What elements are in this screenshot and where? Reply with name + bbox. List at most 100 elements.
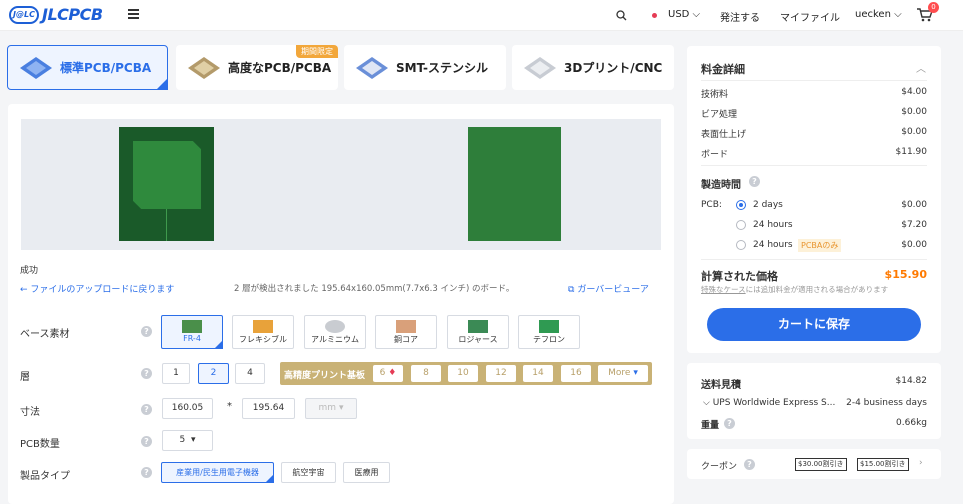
price-row-label: 表面仕上げ — [701, 130, 747, 140]
tab-smt-stencil[interactable]: SMT-ステンシル — [344, 45, 506, 90]
build-time-price: $0.00 — [901, 200, 927, 210]
base-material-label: ベース素材 — [20, 329, 70, 340]
layers-label: 層 — [20, 372, 30, 383]
product-type-medical[interactable]: 医療用 — [343, 462, 390, 483]
divider — [701, 259, 927, 260]
build-time-option: 24 hours — [753, 220, 793, 230]
currency-flag-icon — [652, 13, 657, 18]
user-menu[interactable]: uecken ⌵ — [855, 9, 902, 20]
coupon-tag: $30.00割引き — [795, 458, 847, 471]
price-row-label: ボード — [701, 150, 729, 160]
build-time-price: $0.00 — [901, 240, 927, 250]
menu-icon[interactable] — [128, 9, 139, 19]
limited-time-badge: 期間限定 — [296, 45, 338, 58]
coupon-tag: $15.00割引き — [857, 458, 909, 471]
my-files-link[interactable]: マイファイル — [780, 9, 840, 24]
hot-icon: ♦ — [385, 368, 397, 378]
build-time-radio-24h[interactable] — [736, 220, 746, 230]
board-top-view[interactable] — [119, 127, 214, 241]
chevron-right-icon[interactable]: › — [919, 458, 923, 468]
layer-option-1[interactable]: 1 — [162, 363, 190, 384]
coupon-label: クーポン — [701, 462, 738, 472]
help-icon[interactable]: ? — [141, 368, 152, 379]
divider — [701, 80, 927, 81]
currency-selector[interactable]: USD ⌵ — [668, 9, 700, 20]
price-row-label: 技術料 — [701, 90, 729, 100]
caret-down-icon: ▾ — [190, 435, 196, 445]
help-icon[interactable]: ? — [744, 459, 755, 470]
special-case-link[interactable]: 特殊なケース — [701, 285, 746, 294]
copper-core-icon — [396, 320, 416, 333]
tab-label: 高度なPCB/PCBA — [228, 61, 332, 75]
back-to-upload-link[interactable]: ← ファイルのアップロードに戻ります — [20, 282, 174, 295]
pcba-only-tag: PCBAのみ — [798, 239, 842, 252]
dimension-y-input[interactable]: 195.64 — [242, 398, 295, 419]
advanced-pcb-icon — [188, 56, 220, 79]
layer-option-2[interactable]: 2 — [198, 363, 229, 384]
hd-layer-12[interactable]: 12 — [486, 365, 516, 382]
qty-select[interactable]: 5 ▾ — [162, 430, 213, 451]
product-type-aerospace[interactable]: 航空宇宙 — [281, 462, 336, 483]
layer-option-4[interactable]: 4 — [235, 363, 265, 384]
tab-3d-print-cnc[interactable]: 3Dプリント/CNC — [512, 45, 674, 90]
divider — [701, 165, 927, 166]
tab-standard-pcb[interactable]: 標準PCB/PCBA — [7, 45, 168, 90]
board-preview — [21, 119, 661, 250]
hd-layer-14[interactable]: 14 — [523, 365, 553, 382]
viewer-icon: ⧉ — [568, 285, 575, 295]
hd-pcb-label: 高精度プリント基板 — [284, 371, 366, 381]
hd-layer-6[interactable]: 6 ♦ — [373, 365, 403, 382]
material-fr4[interactable]: FR-4 — [161, 315, 223, 349]
hd-layer-16[interactable]: 16 — [561, 365, 591, 382]
material-flex[interactable]: フレキシブル — [232, 315, 294, 349]
tab-label: 標準PCB/PCBA — [60, 61, 152, 75]
help-icon[interactable]: ? — [724, 418, 735, 429]
dimension-x-input[interactable]: 160.05 — [162, 398, 213, 419]
build-time-radio-24h-pcba[interactable] — [736, 240, 746, 250]
pricing-title: 料金詳細 — [701, 63, 745, 76]
teflon-icon — [539, 320, 559, 333]
special-case-note: 特殊なケースには追加料金が適用される場合があります — [701, 285, 889, 294]
gerber-viewer-link[interactable]: ⧉ ガーバービューア — [568, 282, 649, 295]
help-icon[interactable]: ? — [141, 326, 152, 337]
collapse-icon[interactable]: ︿ — [916, 60, 926, 75]
tab-advanced-pcb[interactable]: 高度なPCB/PCBA 期間限定 — [176, 45, 338, 90]
help-icon[interactable]: ? — [141, 467, 152, 478]
product-type-industrial[interactable]: 産業用/民生用電子機器 — [161, 462, 274, 483]
material-aluminum[interactable]: アルミニウム — [304, 315, 366, 349]
build-time-price: $7.20 — [901, 220, 927, 230]
board-bottom-view[interactable] — [468, 127, 561, 241]
logo-text: JLCPCB — [42, 5, 103, 24]
save-to-cart-button[interactable]: カートに保存 — [707, 308, 921, 341]
tab-label: SMT-ステンシル — [396, 61, 488, 75]
more-dropdown[interactable]: More ▾ — [598, 365, 648, 382]
help-icon[interactable]: ? — [749, 176, 760, 187]
order-link[interactable]: 発注する — [720, 9, 760, 24]
shipping-cost: $14.82 — [895, 376, 928, 386]
calc-price-title: 計算された価格 — [701, 270, 778, 283]
3d-print-icon — [524, 56, 556, 79]
material-teflon[interactable]: テフロン — [518, 315, 580, 349]
standard-pcb-icon — [20, 56, 52, 79]
material-rogers[interactable]: ロジャース — [447, 315, 509, 349]
shipping-days: 2-4 business days — [846, 398, 927, 408]
calc-price-value: $15.90 — [884, 268, 927, 281]
material-copper-core[interactable]: 銅コア — [375, 315, 437, 349]
jlcpcb-logo[interactable]: J@LC JLCPCB — [9, 5, 103, 24]
weight-value: 0.66kg — [896, 418, 927, 428]
price-row-value: $4.00 — [901, 87, 927, 97]
qty-label: PCB数量 — [20, 439, 60, 450]
tab-label: 3Dプリント/CNC — [564, 61, 663, 75]
chevron-down-icon: ⌵ — [703, 398, 710, 408]
hd-layer-10[interactable]: 10 — [448, 365, 478, 382]
help-icon[interactable]: ? — [141, 404, 152, 415]
build-time-radio-2days[interactable] — [736, 200, 746, 210]
search-icon[interactable] — [616, 10, 627, 21]
hd-layer-8[interactable]: 8 — [411, 365, 441, 382]
weight-label: 重量 — [701, 421, 720, 431]
build-time-option: 24 hours — [753, 240, 793, 250]
dimension-unit-select[interactable]: mm ▾ — [305, 398, 357, 419]
selected-corner — [156, 78, 168, 90]
shipping-method-select[interactable]: ⌵ UPS Worldwide Express S... — [703, 398, 835, 408]
help-icon[interactable]: ? — [141, 436, 152, 447]
